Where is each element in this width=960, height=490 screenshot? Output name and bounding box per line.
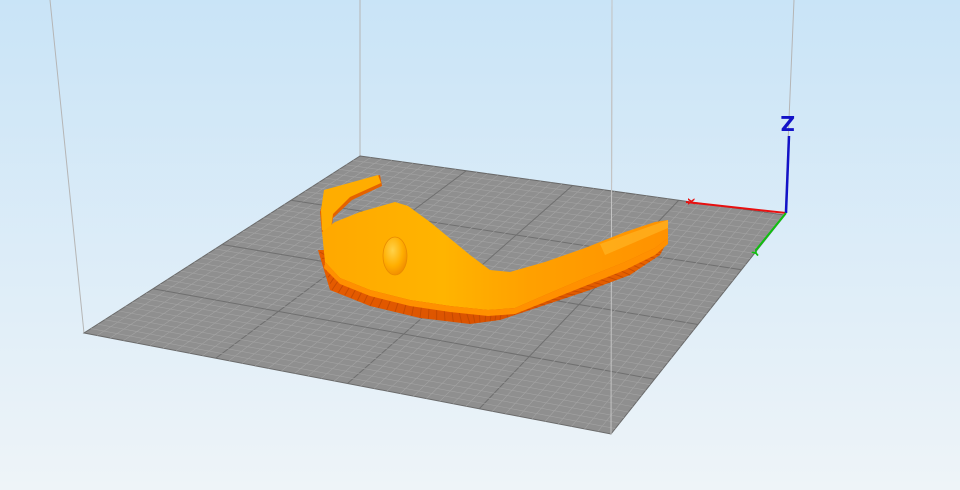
3d-viewport[interactable]: Z X Y [0, 0, 960, 490]
scene-canvas[interactable]: Z X Y [0, 0, 960, 490]
z-axis-label: Z [780, 111, 795, 135]
x-axis-label: X [685, 198, 695, 205]
model-gem [382, 236, 408, 276]
